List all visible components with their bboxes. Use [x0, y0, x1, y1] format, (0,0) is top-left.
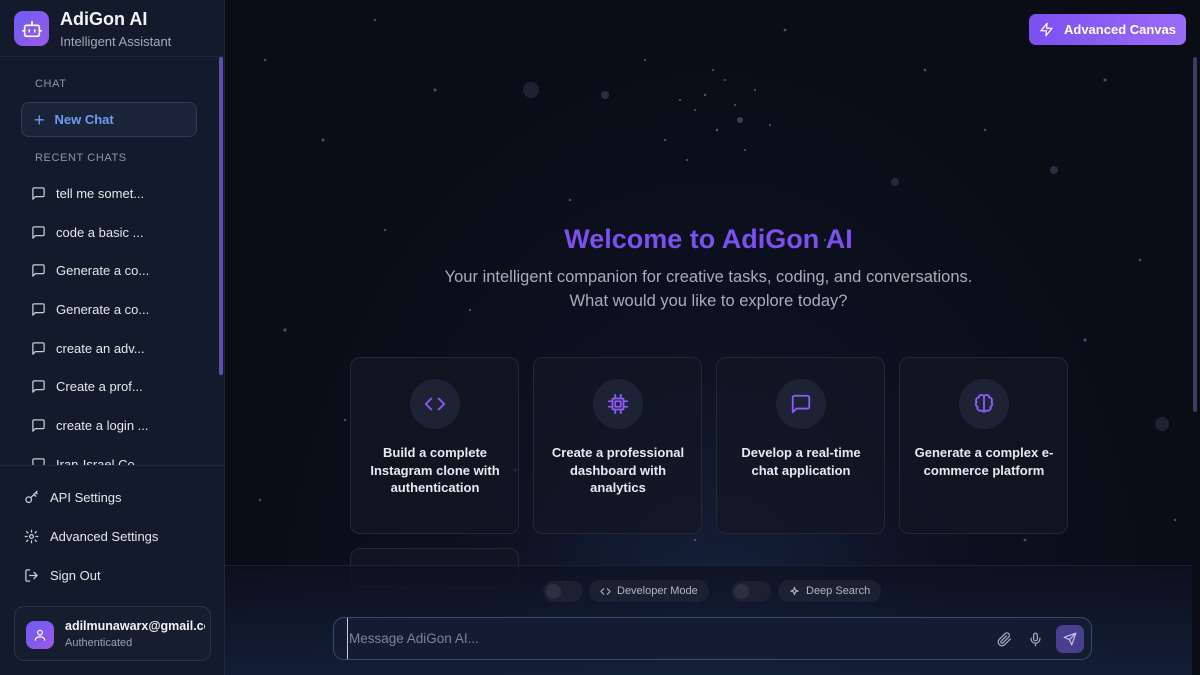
- developer-mode-pill[interactable]: Developer Mode: [589, 580, 709, 602]
- recent-chat-item[interactable]: code a basic ...: [31, 221, 143, 243]
- zap-icon: [1040, 22, 1053, 37]
- deep-search-toggle[interactable]: [731, 581, 771, 602]
- suggestion-card-chat-app[interactable]: Develop a real-time chat application: [716, 357, 885, 534]
- gear-icon: [24, 529, 39, 543]
- code-icon: [410, 379, 460, 429]
- message-composer: [333, 617, 1092, 660]
- developer-mode-label: Developer Mode: [617, 585, 698, 597]
- recent-chats-label: RECENT CHATS: [35, 152, 127, 164]
- suggestion-text: Generate a complex e-commerce platform: [914, 445, 1054, 478]
- recent-chat-label: Generate a co...: [56, 301, 150, 317]
- recent-chat-item[interactable]: tell me somet...: [31, 182, 144, 204]
- main-scrollbar[interactable]: [1193, 57, 1197, 412]
- recent-chat-label: create a login ...: [56, 417, 149, 433]
- message-square-icon: [776, 379, 826, 429]
- sparkles-icon: [790, 586, 799, 595]
- key-icon: [25, 490, 38, 503]
- cpu-chip-icon: [593, 379, 643, 429]
- recent-chat-label: code a basic ...: [56, 224, 144, 240]
- sidebar-divider: [0, 465, 225, 466]
- user-status: Authenticated: [65, 637, 133, 649]
- chat-section-label: CHAT: [35, 78, 67, 90]
- api-settings-label: API Settings: [50, 489, 122, 505]
- recent-chat-item[interactable]: Create a prof...: [31, 375, 143, 397]
- recent-chat-label: Create a prof...: [56, 378, 143, 394]
- advanced-canvas-button[interactable]: Advanced Canvas: [1029, 14, 1186, 45]
- recent-chat-label: Iran-Israel Co...: [56, 456, 146, 466]
- tagline-line-1: Your intelligent companion for creative …: [444, 268, 973, 286]
- deep-search-label: Deep Search: [806, 585, 871, 597]
- new-chat-button[interactable]: + New Chat: [21, 102, 197, 137]
- message-square-icon: [32, 379, 45, 393]
- user-card[interactable]: adilmunawarx@gmail.com Authenticated: [14, 606, 211, 661]
- app-title: AdiGon AI: [60, 9, 148, 29]
- message-square-icon: [32, 457, 45, 465]
- message-input[interactable]: [347, 618, 967, 659]
- message-square-icon: [32, 263, 45, 277]
- recent-chat-item[interactable]: Generate a co...: [31, 298, 149, 320]
- advanced-canvas-label: Advanced Canvas: [1064, 22, 1176, 37]
- suggestion-text: Build a complete Instagram clone with au…: [370, 445, 500, 495]
- new-chat-label: New Chat: [54, 112, 114, 127]
- message-square-icon: [32, 302, 45, 316]
- advanced-settings-button[interactable]: Advanced Settings: [24, 525, 158, 547]
- message-square-icon: [32, 418, 45, 432]
- suggestion-card-ecommerce[interactable]: Generate a complex e-commerce platform: [899, 357, 1068, 534]
- recent-chat-item[interactable]: create an adv...: [31, 337, 145, 359]
- robot-icon: [14, 11, 49, 46]
- recent-chat-item[interactable]: create a login ...: [31, 414, 149, 436]
- code-icon: [600, 587, 611, 595]
- api-settings-button[interactable]: API Settings: [24, 486, 122, 508]
- user-email: adilmunawarx@gmail.com: [65, 619, 205, 633]
- main-area: Advanced Canvas Welcome to AdiGon AI You…: [225, 0, 1200, 675]
- message-square-icon: [32, 225, 45, 239]
- recent-chat-item[interactable]: Iran-Israel Co...: [31, 453, 146, 465]
- recent-chat-label: tell me somet...: [56, 185, 145, 201]
- plus-icon: +: [34, 109, 45, 130]
- message-square-icon: [32, 341, 45, 355]
- deep-search-pill[interactable]: Deep Search: [778, 580, 882, 602]
- message-square-icon: [32, 186, 45, 200]
- sidebar: AdiGon AI Intelligent Assistant CHAT + N…: [0, 0, 225, 675]
- suggestion-text: Develop a real-time chat application: [741, 445, 861, 478]
- brand-header: AdiGon AI Intelligent Assistant: [0, 0, 225, 57]
- send-icon: [1063, 632, 1077, 646]
- recent-chat-label: Generate a co...: [56, 262, 150, 278]
- brain-icon: [959, 379, 1009, 429]
- sign-out-button[interactable]: Sign Out: [24, 564, 101, 586]
- sign-out-label: Sign Out: [50, 567, 101, 583]
- toggle-knob: [734, 584, 749, 599]
- app-subtitle: Intelligent Assistant: [60, 34, 172, 49]
- user-avatar-icon: [26, 621, 54, 649]
- send-button[interactable]: [1056, 625, 1084, 653]
- welcome-title: Welcome to AdiGon AI: [564, 224, 853, 254]
- suggestion-card-instagram[interactable]: Build a complete Instagram clone with au…: [350, 357, 519, 534]
- sidebar-scrollbar[interactable]: [219, 57, 223, 375]
- tagline-line-2: What would you like to explore today?: [569, 292, 848, 310]
- toggle-knob: [546, 584, 561, 599]
- paperclip-icon[interactable]: [995, 630, 1013, 648]
- suggestion-text: Create a professional dashboard with ana…: [551, 445, 685, 495]
- recent-chat-item[interactable]: Generate a co...: [31, 259, 149, 281]
- developer-mode-toggle[interactable]: [543, 581, 583, 602]
- advanced-settings-label: Advanced Settings: [50, 528, 159, 544]
- microphone-icon[interactable]: [1026, 630, 1044, 648]
- recent-chat-label: create an adv...: [56, 340, 145, 356]
- suggestion-card-dashboard[interactable]: Create a professional dashboard with ana…: [533, 357, 702, 534]
- recent-chats-list: tell me somet... code a basic ... Genera…: [0, 175, 218, 465]
- log-out-icon: [25, 568, 38, 582]
